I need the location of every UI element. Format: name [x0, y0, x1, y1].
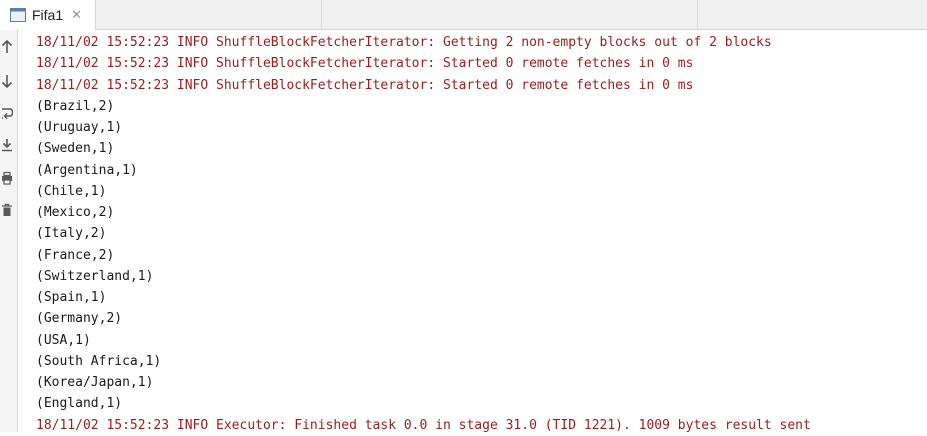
down-arrow-icon[interactable]: [0, 72, 14, 90]
tab-label: Fifa1: [32, 7, 64, 23]
tab-divider: [321, 0, 322, 30]
output-line: (Korea/Japan,1): [36, 375, 154, 390]
output-line: (Sweden,1): [36, 141, 115, 157]
output-line: (Uruguay,1): [36, 120, 123, 135]
console-output[interactable]: 18/11/02 15:52:23 INFO ShuffleBlockFetch…: [36, 32, 927, 436]
output-line: (Italy,2): [36, 226, 107, 242]
output-line: (Mexico,2): [36, 205, 115, 220]
scroll-to-end-icon[interactable]: [0, 136, 14, 154]
output-line: (England,1): [36, 396, 123, 412]
tab-bar: Fifa1 ✕: [0, 0, 927, 30]
trash-icon[interactable]: [0, 201, 14, 219]
console-window-icon: [10, 8, 26, 22]
output-line: (Germany,2): [36, 311, 123, 327]
soft-wrap-icon[interactable]: [0, 104, 14, 122]
tab-divider: [697, 0, 698, 30]
output-line: (France,2): [36, 247, 115, 263]
output-line: (Brazil,2): [36, 98, 115, 114]
output-line: (Spain,1): [36, 290, 107, 305]
tab-fifa1[interactable]: Fifa1 ✕: [0, 0, 96, 30]
log-line: 18/11/02 15:52:23 INFO Executor: Finishe…: [36, 417, 811, 433]
log-line: 18/11/02 15:52:23 INFO ShuffleBlockFetch…: [36, 77, 694, 93]
log-line: 18/11/02 15:52:23 INFO ShuffleBlockFetch…: [36, 56, 694, 72]
output-line: (USA,1): [36, 332, 91, 348]
output-line: (Switzerland,1): [36, 268, 154, 284]
log-line: 18/11/02 15:52:23 INFO ShuffleBlockFetch…: [36, 35, 772, 50]
output-line: (Argentina,1): [36, 162, 138, 178]
output-line: (Chile,1): [36, 183, 107, 199]
up-arrow-icon[interactable]: [0, 38, 14, 56]
output-line: (South Africa,1): [36, 353, 162, 369]
close-icon[interactable]: ✕: [71, 7, 82, 23]
print-icon[interactable]: [0, 169, 14, 187]
console-toolbar: [0, 30, 18, 432]
